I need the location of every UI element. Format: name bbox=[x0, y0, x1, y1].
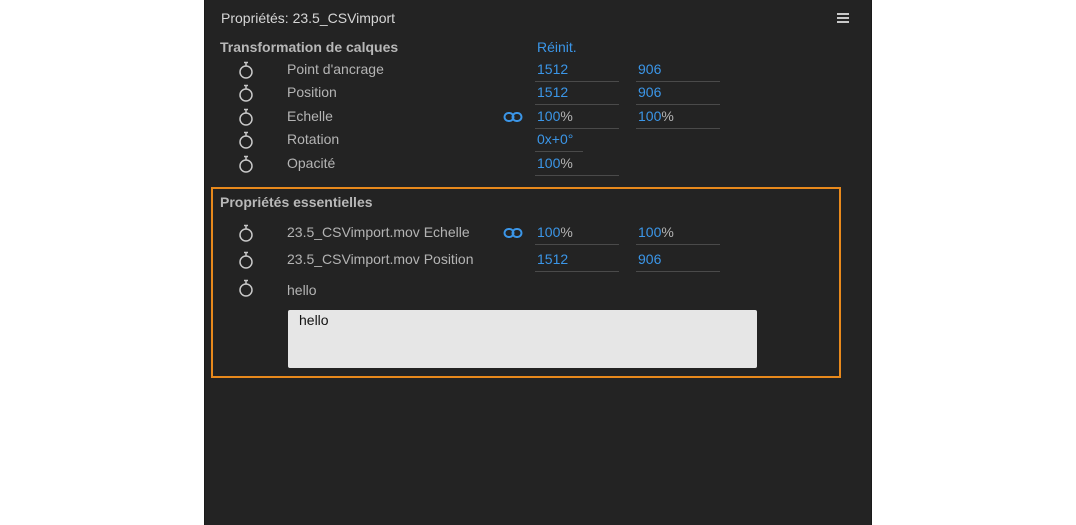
essential-scale-x-value: 100 bbox=[537, 224, 561, 240]
opacity-unit: % bbox=[560, 155, 573, 171]
opacity-value: 100 bbox=[537, 155, 561, 171]
anchor-point-label: Point d'ancrage bbox=[287, 61, 384, 77]
link-icon[interactable] bbox=[503, 227, 523, 239]
anchor-point-x-field[interactable]: 1512 bbox=[535, 61, 619, 82]
opacity-field[interactable]: 100% bbox=[535, 155, 619, 176]
panel-menu-icon[interactable] bbox=[837, 13, 849, 23]
essential-text-row: hello bbox=[205, 277, 871, 299]
rotation-label: Rotation bbox=[287, 131, 340, 147]
stopwatch-icon[interactable] bbox=[238, 279, 254, 297]
anchor-point-x-value: 1512 bbox=[537, 61, 569, 77]
stopwatch-icon[interactable] bbox=[238, 224, 254, 242]
position-x-value: 1512 bbox=[537, 84, 569, 100]
opacity-row: Opacité 100% bbox=[205, 153, 871, 176]
stopwatch-icon[interactable] bbox=[238, 251, 254, 269]
essential-scale-label: 23.5_CSVimport.mov Echelle bbox=[287, 224, 470, 240]
scale-x-unit: % bbox=[560, 108, 573, 124]
stopwatch-icon[interactable] bbox=[238, 155, 254, 173]
anchor-point-y-field[interactable]: 906 bbox=[636, 61, 720, 82]
stopwatch-icon[interactable] bbox=[238, 108, 254, 126]
rotation-field[interactable]: 0x+0° bbox=[535, 131, 583, 152]
scale-y-value: 100 bbox=[638, 108, 662, 124]
essential-position-x-field[interactable]: 1512 bbox=[535, 251, 619, 272]
transform-section-heading: Transformation de calques bbox=[220, 39, 399, 55]
scale-x-field[interactable]: 100% bbox=[535, 108, 619, 129]
scale-row: Echelle 100% 100% bbox=[205, 106, 871, 129]
scale-y-unit: % bbox=[661, 108, 674, 124]
scale-label: Echelle bbox=[287, 108, 333, 124]
position-y-value: 906 bbox=[638, 84, 662, 100]
link-icon[interactable] bbox=[503, 111, 523, 123]
essential-scale-x-field[interactable]: 100% bbox=[535, 224, 619, 245]
position-label: Position bbox=[287, 84, 337, 100]
scale-x-value: 100 bbox=[537, 108, 561, 124]
reset-link[interactable]: Réinit. bbox=[537, 39, 577, 55]
essential-scale-x-unit: % bbox=[560, 224, 573, 240]
position-x-field[interactable]: 1512 bbox=[535, 84, 619, 105]
anchor-point-y-value: 906 bbox=[638, 61, 662, 77]
essential-position-row: 23.5_CSVimport.mov Position 1512 906 bbox=[205, 249, 871, 272]
properties-panel: Propriétés: 23.5_CSVimport Transformatio… bbox=[204, 0, 872, 525]
essential-position-label: 23.5_CSVimport.mov Position bbox=[287, 251, 474, 267]
essential-scale-y-unit: % bbox=[661, 224, 674, 240]
source-text-field[interactable]: hello bbox=[288, 310, 757, 368]
rotation-row: Rotation 0x+0° bbox=[205, 129, 871, 152]
stopwatch-icon[interactable] bbox=[238, 131, 254, 149]
essential-position-x-value: 1512 bbox=[537, 251, 569, 267]
stopwatch-icon[interactable] bbox=[238, 84, 254, 102]
opacity-label: Opacité bbox=[287, 155, 336, 171]
essential-scale-row: 23.5_CSVimport.mov Echelle 100% 100% bbox=[205, 222, 871, 245]
panel-title: Propriétés: 23.5_CSVimport bbox=[221, 10, 396, 26]
scale-y-field[interactable]: 100% bbox=[636, 108, 720, 129]
essential-text-label: hello bbox=[287, 282, 317, 298]
essential-scale-y-value: 100 bbox=[638, 224, 662, 240]
position-y-field[interactable]: 906 bbox=[636, 84, 720, 105]
position-row: Position 1512 906 bbox=[205, 82, 871, 105]
essential-position-y-value: 906 bbox=[638, 251, 662, 267]
essential-section-heading: Propriétés essentielles bbox=[220, 194, 373, 210]
anchor-point-row: Point d'ancrage 1512 906 bbox=[205, 59, 871, 82]
essential-position-y-field[interactable]: 906 bbox=[636, 251, 720, 272]
stopwatch-icon[interactable] bbox=[238, 61, 254, 79]
rotation-value: 0x+0° bbox=[537, 131, 574, 147]
essential-scale-y-field[interactable]: 100% bbox=[636, 224, 720, 245]
